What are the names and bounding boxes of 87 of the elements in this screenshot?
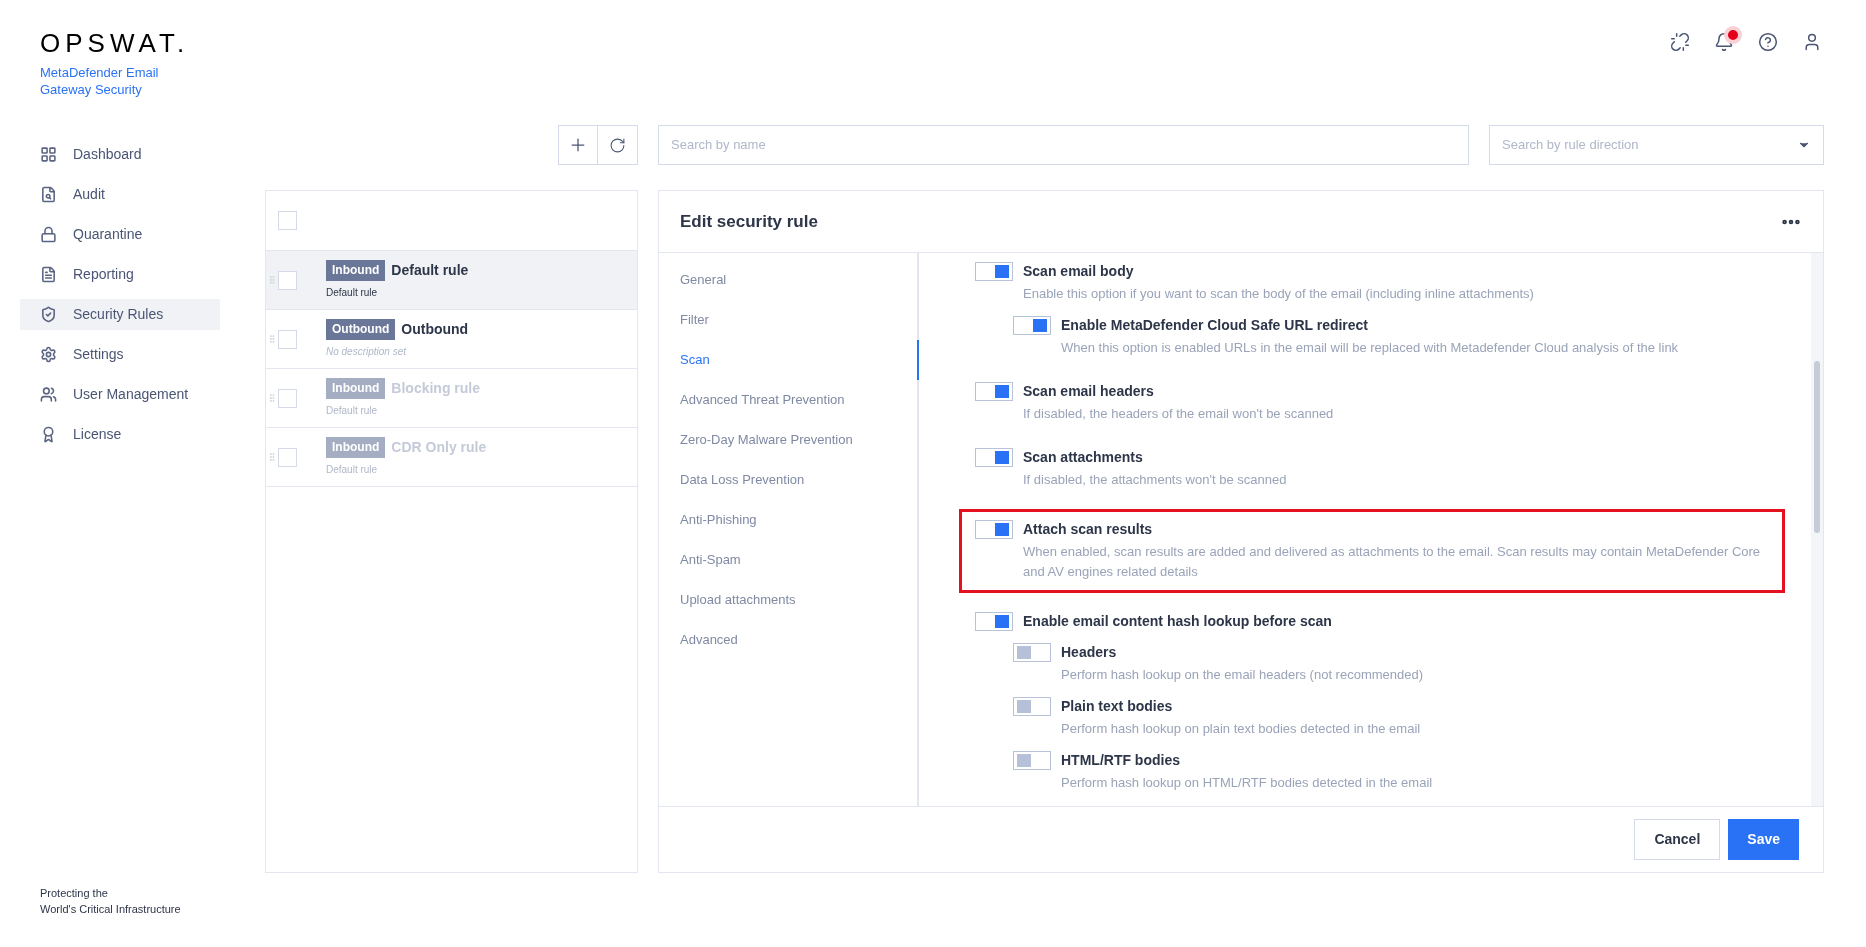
section-tab[interactable]: Data Loss Prevention [659,460,919,500]
rule-description: Default rule [326,463,379,477]
direction-tag: Inbound [326,378,386,399]
tagline: World's Critical Infrastructure [40,902,182,917]
option-description: If disabled, the headers of the email won't be scanned [1023,405,1334,423]
option-title: Scan email headers [1023,382,1155,400]
scrollbar[interactable] [1811,253,1823,806]
rule-name: CDR Only rule [391,438,487,457]
rule-description: Default rule [326,404,379,418]
option-title: HTML/RTF bodies [1061,751,1181,769]
section-tab[interactable]: Zero-Day Malware Prevention [659,420,919,460]
section-tab[interactable]: Advanced Threat Prevention [659,380,919,420]
section-tab[interactable]: Filter [659,300,919,340]
section-tab[interactable]: Upload attachments [659,580,919,620]
help-icon[interactable] [1758,32,1778,52]
nav-item[interactable]: License [20,418,220,450]
rule-name: Default rule [391,261,469,280]
unlink-icon[interactable] [1670,32,1690,52]
toggle-switch[interactable] [1013,643,1051,662]
rule-description: Default rule [326,286,379,300]
toggle-switch[interactable] [975,520,1013,539]
option-title: Headers [1061,643,1118,661]
option-description: Perform hash lookup on plain text bodies detected in the email [1061,720,1421,738]
option-description: Perform hash lookup on HTML/RTF bodies detected in the email [1061,774,1433,792]
drag-handle-icon[interactable] [267,334,277,344]
option-title: Enable email content hash lookup before scan [1023,612,1332,630]
rule-description: No description set [326,345,408,359]
save-button[interactable]: Save [1728,819,1799,860]
product-name: MetaDefender Email Gateway Security [40,64,160,98]
user-icon[interactable] [1802,32,1822,52]
option-title: Scan email body [1023,262,1135,280]
rule-name: Outbound [401,320,469,339]
option-description: Enable this option if you want to scan the body of the email (including inline attachments) [1023,285,1534,303]
toggle-switch[interactable] [1013,316,1051,335]
grid-icon [40,145,57,163]
nav-item[interactable]: Reporting [20,258,220,290]
section-tab[interactable]: Anti-Spam [659,540,919,580]
option-description: Perform hash lookup on the email headers (not recommended) [1061,666,1424,684]
rule-row[interactable]: Inbound Default rule Default rule [266,251,637,310]
toggle-switch[interactable] [975,262,1013,281]
nav-item[interactable]: Audit [20,178,220,210]
option-title: Enable MetaDefender Cloud Safe URL redirect [1061,316,1370,334]
direction-tag: Inbound [326,260,386,281]
nav-item[interactable]: User Management [20,378,220,410]
direction-tag: Inbound [326,437,386,458]
drag-handle-icon[interactable] [267,275,277,285]
settings-icon [40,345,57,363]
nav-item[interactable]: Quarantine [20,218,220,250]
row-checkbox[interactable] [278,447,297,467]
refresh-icon [609,136,626,154]
toggle-switch[interactable] [1013,751,1051,770]
document-icon [40,265,57,283]
row-checkbox[interactable] [278,388,297,408]
option-title: Scan attachments [1023,448,1144,466]
nav-item[interactable]: Dashboard [20,138,220,170]
option-title: Attach scan results [1023,520,1154,538]
row-checkbox[interactable] [278,270,297,290]
tagline: Protecting the [40,886,109,901]
panel-title: Edit security rule [680,210,818,233]
drag-handle-icon[interactable] [267,452,277,462]
users-icon [40,385,57,403]
toggle-switch[interactable] [975,612,1013,631]
direction-tag: Outbound [326,319,396,340]
search-field[interactable]: Search by name [658,125,1469,165]
rule-name: Blocking rule [391,379,480,398]
nav-item[interactable]: Settings [20,338,220,370]
document-search-icon [40,185,57,203]
option-title: Plain text bodies [1061,697,1174,715]
option-description: When this option is enabled URLs in the email will be replaced with Metadefender Cloud analysis of the link [1061,339,1679,357]
section-tab[interactable]: Anti-Phishing [659,500,919,540]
row-checkbox[interactable] [278,329,297,349]
cancel-button[interactable]: Cancel [1634,819,1721,860]
section-tab[interactable]: General [659,260,919,300]
toggle-switch[interactable] [1013,697,1051,716]
toggle-switch[interactable] [975,382,1013,401]
logo: OPSWAT. [40,28,191,58]
shield-check-icon [40,305,57,323]
section-tab[interactable]: Advanced [659,620,919,660]
option-description: If disabled, the attachments won't be scanned [1023,471,1287,489]
select-all-checkbox[interactable] [278,211,297,230]
option-description: When enabled, scan results are added and delivered as attachments to the email. Scan results may contain MetaDefender Core and AV engines related details [1023,543,1762,581]
section-tab[interactable]: Scan [659,340,919,380]
drag-handle-icon[interactable] [267,393,277,403]
nav-item[interactable]: Security Rules [20,298,220,330]
bell-icon[interactable] [1714,32,1734,52]
toggle-switch[interactable] [975,448,1013,467]
lock-icon [40,225,57,243]
